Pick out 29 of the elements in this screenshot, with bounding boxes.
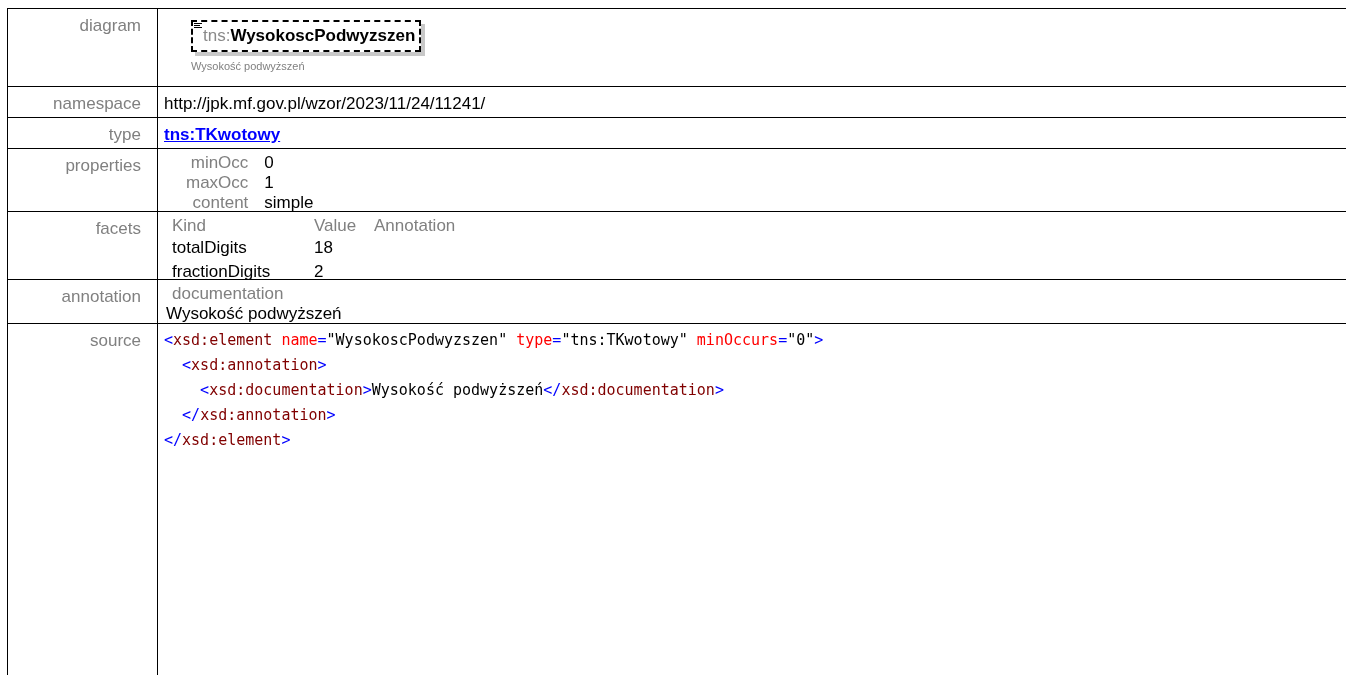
column-header: Annotation [374, 216, 456, 236]
column-header: Value [314, 216, 358, 236]
annotation-heading: documentation [171, 284, 285, 304]
row-label: diagram [79, 16, 141, 35]
facet-value: 2 [314, 262, 325, 282]
row-label: annotation [61, 287, 141, 306]
property-value: 0 [264, 153, 275, 173]
property-value: 1 [264, 173, 275, 193]
facet-kind: totalDigits [172, 238, 248, 258]
property-name: maxOcc [186, 173, 249, 193]
row-label: namespace [53, 94, 141, 113]
facet-kind: fractionDigits [172, 262, 272, 282]
type-link[interactable]: tns:TKwotowy [164, 125, 281, 144]
facet-value: 18 [314, 238, 334, 258]
source-code: <xsd:element name="WysokoscPodwyzszen" type="tns:TKwotowy" minOccurs="0"> <xsd:annotation> <xsd:documentation>Wysokość podwyższeń</xsd:documentation> </xsd:annotation> </xsd:element> [164, 330, 825, 451]
row-value: http://jpk.mf.gov.pl/wzor/2023/11/24/11241/ [164, 94, 486, 113]
row-label: source [89, 331, 141, 350]
list-icon [194, 23, 202, 29]
row-label: properties [65, 156, 141, 175]
property-name: minOcc [189, 153, 249, 173]
property-name: content [191, 193, 249, 213]
namespace-prefix: tns: [203, 25, 231, 47]
column-header: Kind [172, 216, 208, 236]
element-name: WysokoscPodwyzszen [230, 25, 416, 47]
row-label: facets [95, 219, 141, 238]
row-label: type [108, 125, 141, 144]
element-caption: Wysokość podwyższeń [191, 58, 306, 74]
annotation-text: Wysokość podwyższeń [166, 304, 343, 324]
property-value: simple [264, 193, 314, 213]
